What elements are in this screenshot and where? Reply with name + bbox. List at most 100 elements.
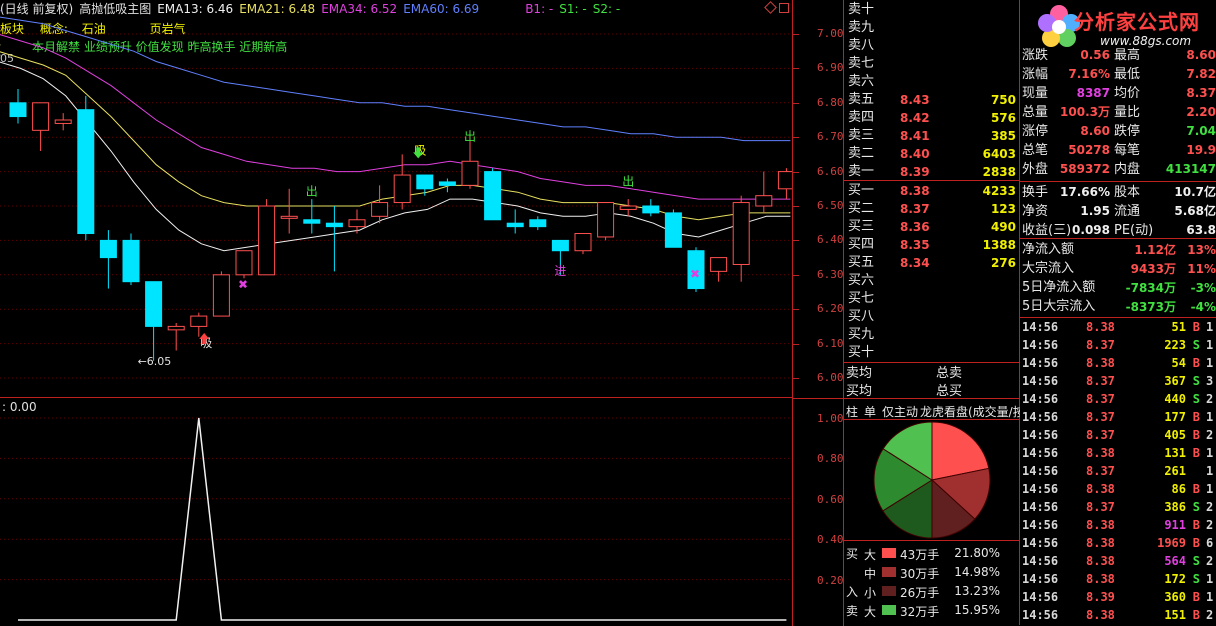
order-book-buy-row[interactable]: 买四 8.35 1388 bbox=[844, 236, 1020, 254]
candle-body[interactable] bbox=[416, 174, 434, 190]
tick-row[interactable]: 14:56 8.38 86 B 1 bbox=[1020, 480, 1216, 498]
order-book-buy-row[interactable]: 买十 bbox=[844, 344, 1020, 362]
candle-body[interactable] bbox=[777, 171, 792, 190]
order-book-sell-row[interactable]: 卖六 bbox=[844, 73, 1020, 91]
quote-row: 总量 100.3万 量比 2.20 bbox=[1020, 103, 1216, 122]
order-book-sell-row[interactable]: 卖十 bbox=[844, 1, 1020, 19]
level-label: 卖八 bbox=[848, 38, 875, 53]
tick-row[interactable]: 14:56 8.37 386 S 2 bbox=[1020, 498, 1216, 516]
candle-body[interactable] bbox=[642, 205, 660, 214]
candle-body[interactable] bbox=[145, 281, 163, 327]
order-book-buy-row[interactable]: 买六 bbox=[844, 272, 1020, 290]
order-book-buy-row[interactable]: 买二 8.37 123 bbox=[844, 200, 1020, 218]
tick-volume: 131 bbox=[1164, 446, 1186, 460]
candle-body[interactable] bbox=[280, 215, 298, 219]
quote-row: 净资 1.95 流通 5.68亿 bbox=[1020, 202, 1216, 221]
tick-price: 8.38 bbox=[1086, 536, 1115, 550]
price-axis: 7.00 6.90 6.80 6.70 6.60 6.50 6.40 6.30 6.20 6.10… bbox=[792, 0, 844, 398]
candle-body[interactable] bbox=[461, 160, 479, 186]
candle-body[interactable] bbox=[438, 181, 456, 186]
candle-body[interactable] bbox=[371, 202, 389, 217]
candle-body[interactable] bbox=[190, 315, 208, 327]
tab-bar-chart[interactable]: 柱 bbox=[846, 403, 858, 420]
candle-body[interactable] bbox=[597, 202, 615, 238]
candle-body[interactable] bbox=[258, 205, 276, 276]
order-book-buy-row[interactable]: 买七 bbox=[844, 290, 1020, 308]
tick-row[interactable]: 14:56 8.37 440 S 2 bbox=[1020, 390, 1216, 408]
candle-body[interactable] bbox=[755, 195, 773, 207]
candle-body[interactable] bbox=[529, 219, 547, 228]
order-book-sell-row[interactable]: 卖一 8.39 2838 bbox=[844, 163, 1020, 181]
fund-flow-row: 净流入额 1.12亿 13% bbox=[1020, 241, 1216, 259]
candle-body[interactable] bbox=[77, 109, 95, 235]
candle-body[interactable] bbox=[393, 174, 411, 204]
quote-value: 10.7亿 bbox=[1174, 185, 1216, 199]
tab-single[interactable]: 单 bbox=[864, 403, 876, 420]
candle-body[interactable] bbox=[54, 119, 72, 124]
order-book-sell-row[interactable]: 卖八 bbox=[844, 37, 1020, 55]
tick-row[interactable]: 14:56 8.38 131 B 1 bbox=[1020, 444, 1216, 462]
tab-dragon-tiger[interactable]: 龙虎看盘(成交量/按 bbox=[920, 403, 1020, 420]
candle-body[interactable] bbox=[732, 202, 750, 265]
tick-side: S bbox=[1192, 554, 1200, 568]
tick-row[interactable]: 14:56 8.37 367 S 3 bbox=[1020, 372, 1216, 390]
candle-body[interactable] bbox=[235, 250, 253, 276]
quote-value: 17.66% bbox=[1060, 185, 1110, 199]
candle-body[interactable] bbox=[551, 239, 569, 252]
candle-body[interactable] bbox=[99, 239, 117, 259]
candle-body[interactable] bbox=[303, 219, 321, 224]
order-book-sell-row[interactable]: 卖二 8.40 6403 bbox=[844, 145, 1020, 163]
tick-row[interactable]: 14:56 8.37 405 B 2 bbox=[1020, 426, 1216, 444]
order-book-buy-row[interactable]: 买八 bbox=[844, 308, 1020, 326]
candle-body[interactable] bbox=[32, 102, 50, 131]
candle-body[interactable] bbox=[348, 219, 366, 228]
size-label: 大 bbox=[864, 605, 877, 619]
candle-body[interactable] bbox=[619, 205, 637, 210]
quote-label: 股本 bbox=[1114, 185, 1141, 200]
candle-body[interactable] bbox=[506, 222, 524, 228]
tick-row[interactable]: 14:56 8.38 51 B 1 bbox=[1020, 318, 1216, 336]
price-chart[interactable]: ←6.05吸✖出吸出进出✖ bbox=[0, 0, 792, 398]
tick-list[interactable]: 14:56 8.38 51 B 1 14:56 8.37 223 S 1 14:56 8.38 54 B 1… bbox=[1020, 318, 1216, 625]
tick-row[interactable]: 14:56 8.38 54 B 1 bbox=[1020, 354, 1216, 372]
size-swatch bbox=[882, 605, 896, 615]
order-book-sell-row[interactable]: 卖三 8.41 385 bbox=[844, 127, 1020, 145]
candle-body[interactable] bbox=[664, 212, 682, 248]
candle-body[interactable] bbox=[167, 325, 185, 331]
tab-active-only[interactable]: 仅主动 bbox=[882, 403, 918, 420]
tick-volume: 177 bbox=[1164, 410, 1186, 424]
tick-row[interactable]: 14:56 8.37 261 1 bbox=[1020, 462, 1216, 480]
tick-row[interactable]: 14:56 8.38 564 S 2 bbox=[1020, 552, 1216, 570]
square-icon[interactable] bbox=[779, 3, 789, 13]
order-book-sell-row[interactable]: 卖七 bbox=[844, 55, 1020, 73]
tick-row[interactable]: 14:56 8.38 151 B 2 bbox=[1020, 606, 1216, 624]
order-book-buy-row[interactable]: 买三 8.36 490 bbox=[844, 218, 1020, 236]
order-book-sell-row[interactable]: 卖五 8.43 750 bbox=[844, 91, 1020, 109]
level-label: 买十 bbox=[848, 345, 875, 360]
axis-tick bbox=[793, 137, 799, 139]
candle-body[interactable] bbox=[9, 102, 27, 118]
tick-time: 14:56 bbox=[1022, 392, 1059, 406]
candle-body[interactable] bbox=[710, 257, 728, 272]
tick-row[interactable]: 14:56 8.38 911 B 2 bbox=[1020, 516, 1216, 534]
candle-body[interactable] bbox=[212, 274, 230, 317]
order-book-buy-row[interactable]: 买九 bbox=[844, 326, 1020, 344]
order-book-buy-row[interactable]: 买一 8.38 4233 bbox=[844, 182, 1020, 200]
price-axis-label: 6.70 bbox=[817, 130, 844, 144]
candle-body[interactable] bbox=[574, 233, 592, 252]
quote-label: 现量 bbox=[1022, 86, 1049, 101]
tick-price: 8.38 bbox=[1086, 608, 1115, 622]
order-book-buy-row[interactable]: 买五 8.34 276 bbox=[844, 254, 1020, 272]
order-book-sell-row[interactable]: 卖四 8.42 576 bbox=[844, 109, 1020, 127]
tick-row[interactable]: 14:56 8.38 1969 B 6 bbox=[1020, 534, 1216, 552]
tick-row[interactable]: 14:56 8.38 172 S 1 bbox=[1020, 570, 1216, 588]
candle-body[interactable] bbox=[325, 222, 343, 228]
tick-row[interactable]: 14:56 8.39 360 B 1 bbox=[1020, 588, 1216, 606]
sub-indicator-chart[interactable] bbox=[0, 398, 792, 625]
candle-body[interactable] bbox=[484, 171, 502, 221]
order-book-sell-row[interactable]: 卖九 bbox=[844, 19, 1020, 37]
brand-banner[interactable]: 分析家公式网 www.88gs.com bbox=[1020, 0, 1216, 52]
tick-row[interactable]: 14:56 8.37 223 S 1 bbox=[1020, 336, 1216, 354]
candle-body[interactable] bbox=[122, 239, 140, 283]
tick-row[interactable]: 14:56 8.37 177 B 1 bbox=[1020, 408, 1216, 426]
